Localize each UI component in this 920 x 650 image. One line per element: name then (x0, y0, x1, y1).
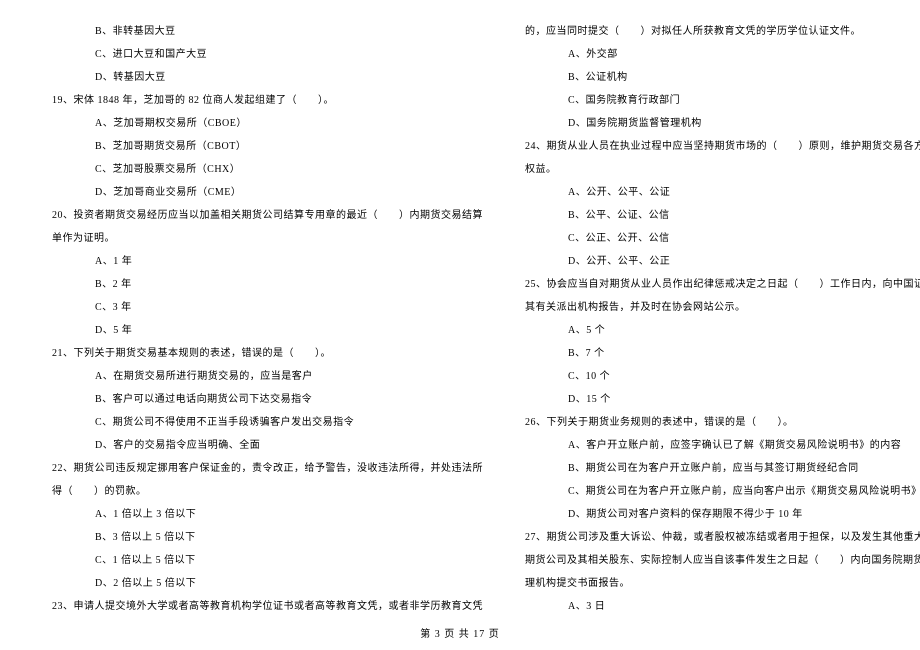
q20-stem-line2: 单作为证明。 (40, 227, 483, 250)
q25-option-a: A、5 个 (513, 319, 920, 342)
q22-option-d: D、2 倍以上 5 倍以下 (40, 572, 483, 595)
q19-option-d: D、芝加哥商业交易所（CME） (40, 181, 483, 204)
q26-option-b: B、期货公司在为客户开立账户前，应当与其签订期货经纪合同 (513, 457, 920, 480)
q22-option-c: C、1 倍以上 5 倍以下 (40, 549, 483, 572)
page-footer: 第 3 页 共 17 页 (0, 625, 920, 640)
q26-option-c: C、期货公司在为客户开立账户前，应当向客户出示《期货交易风险说明书》 (513, 480, 920, 503)
q25-option-b: B、7 个 (513, 342, 920, 365)
q21-option-c: C、期货公司不得使用不正当手段诱骗客户发出交易指令 (40, 411, 483, 434)
q24-option-a: A、公开、公平、公证 (513, 181, 920, 204)
q23-option-b: B、公证机构 (513, 66, 920, 89)
q20-stem-line1: 20、投资者期货交易经历应当以加盖相关期货公司结算专用章的最近（ ）内期货交易结… (40, 204, 483, 227)
q21-option-a: A、在期货交易所进行期货交易的，应当是客户 (40, 365, 483, 388)
q21-option-d: D、客户的交易指令应当明确、全面 (40, 434, 483, 457)
q27-stem-line2: 期货公司及其相关股东、实际控制人应当自该事件发生之日起（ ）内向国务院期货监督管 (513, 549, 920, 572)
q26-option-d: D、期货公司对客户资料的保存期限不得少于 10 年 (513, 503, 920, 526)
q27-option-a: A、3 日 (513, 595, 920, 618)
q26-option-a: A、客户开立账户前，应签字确认已了解《期货交易风险说明书》的内容 (513, 434, 920, 457)
q21-stem: 21、下列关于期货交易基本规则的表述，错误的是（ ）。 (40, 342, 483, 365)
q27-stem-line3: 理机构提交书面报告。 (513, 572, 920, 595)
q22-stem-line2: 得（ ）的罚款。 (40, 480, 483, 503)
q23-stem: 23、申请人提交境外大学或者高等教育机构学位证书或者高等教育文凭，或者非学历教育… (40, 595, 483, 618)
q19-option-a: A、芝加哥期权交易所（CBOE） (40, 112, 483, 135)
q25-stem-line2: 其有关派出机构报告，并及时在协会网站公示。 (513, 296, 920, 319)
q24-stem-line1: 24、期货从业人员在执业过程中应当坚持期货市场的（ ）原则，维护期货交易各方的合… (513, 135, 920, 158)
q19-option-b: B、芝加哥期货交易所（CBOT） (40, 135, 483, 158)
q24-option-d: D、公开、公平、公正 (513, 250, 920, 273)
q24-option-c: C、公正、公开、公信 (513, 227, 920, 250)
q18-option-c: C、进口大豆和国产大豆 (40, 43, 483, 66)
left-column: B、非转基因大豆 C、进口大豆和国产大豆 D、转基因大豆 19、宋体 1848 … (40, 20, 483, 615)
q25-stem-line1: 25、协会应当自对期货从业人员作出纪律惩戒决定之日起（ ）工作日内，向中国证监会… (513, 273, 920, 296)
q20-option-c: C、3 年 (40, 296, 483, 319)
q25-option-c: C、10 个 (513, 365, 920, 388)
q22-option-a: A、1 倍以上 3 倍以下 (40, 503, 483, 526)
q27-stem-line1: 27、期货公司涉及重大诉讼、仲裁，或者股权被冻结或者用于担保，以及发生其他重大事… (513, 526, 920, 549)
q20-option-a: A、1 年 (40, 250, 483, 273)
q26-stem: 26、下列关于期货业务规则的表述中，错误的是（ ）。 (513, 411, 920, 434)
q23-stem-cont: 的，应当同时提交（ ）对拟任人所获教育文凭的学历学位认证文件。 (513, 20, 920, 43)
q23-option-c: C、国务院教育行政部门 (513, 89, 920, 112)
q19-stem: 19、宋体 1848 年，芝加哥的 82 位商人发起组建了（ ）。 (40, 89, 483, 112)
page-content: B、非转基因大豆 C、进口大豆和国产大豆 D、转基因大豆 19、宋体 1848 … (40, 20, 880, 615)
q19-option-c: C、芝加哥股票交易所（CHX） (40, 158, 483, 181)
q18-option-d: D、转基因大豆 (40, 66, 483, 89)
q24-option-b: B、公平、公证、公信 (513, 204, 920, 227)
q23-option-d: D、国务院期货监督管理机构 (513, 112, 920, 135)
q18-option-b: B、非转基因大豆 (40, 20, 483, 43)
q22-stem-line1: 22、期货公司违反规定挪用客户保证金的，责令改正，给予警告，没收违法所得，并处违… (40, 457, 483, 480)
right-column: 的，应当同时提交（ ）对拟任人所获教育文凭的学历学位认证文件。 A、外交部 B、… (513, 20, 920, 615)
q22-option-b: B、3 倍以上 5 倍以下 (40, 526, 483, 549)
q20-option-b: B、2 年 (40, 273, 483, 296)
q25-option-d: D、15 个 (513, 388, 920, 411)
q24-stem-line2: 权益。 (513, 158, 920, 181)
q20-option-d: D、5 年 (40, 319, 483, 342)
q23-option-a: A、外交部 (513, 43, 920, 66)
q21-option-b: B、客户可以通过电话向期货公司下达交易指令 (40, 388, 483, 411)
